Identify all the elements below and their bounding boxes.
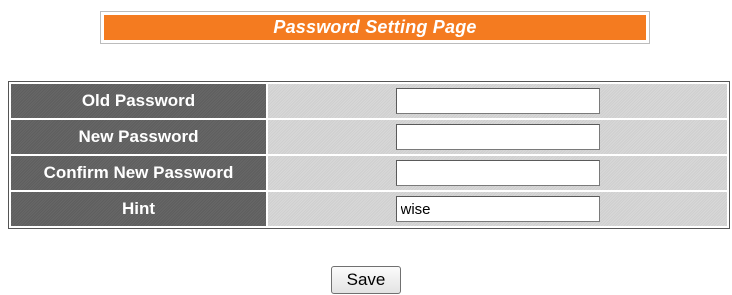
form-row-hint: Hint xyxy=(11,192,727,226)
old-password-label: Old Password xyxy=(11,84,266,118)
hint-cell xyxy=(268,192,727,226)
confirm-new-password-cell xyxy=(268,156,727,190)
form-row-new-password: New Password xyxy=(11,120,727,154)
new-password-label: New Password xyxy=(11,120,266,154)
new-password-cell xyxy=(268,120,727,154)
password-form-table: Old Password New Password Confirm New Pa… xyxy=(8,81,730,229)
confirm-new-password-label: Confirm New Password xyxy=(11,156,266,190)
page-title-frame: Password Setting Page xyxy=(100,11,650,44)
old-password-cell xyxy=(268,84,727,118)
new-password-input[interactable] xyxy=(395,124,600,150)
hint-input[interactable] xyxy=(395,196,600,222)
form-row-confirm-password: Confirm New Password xyxy=(11,156,727,190)
hint-label: Hint xyxy=(11,192,266,226)
old-password-input[interactable] xyxy=(395,88,600,114)
save-button[interactable]: Save xyxy=(331,266,401,294)
form-row-old-password: Old Password xyxy=(11,84,727,118)
confirm-new-password-input[interactable] xyxy=(395,160,600,186)
page-title: Password Setting Page xyxy=(104,15,646,40)
password-setting-page: Password Setting Page Old Password New P… xyxy=(0,0,732,295)
save-button-container: Save xyxy=(0,266,732,294)
